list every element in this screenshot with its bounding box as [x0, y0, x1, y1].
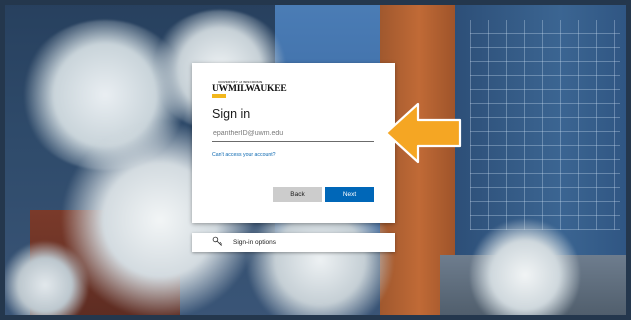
sign-in-card: UNIVERSITY of WISCONSIN UWMILWAUKEE Sign… — [192, 63, 395, 223]
sign-in-options-label: Sign-in options — [233, 239, 276, 246]
arrow-left-icon — [384, 102, 462, 164]
next-button[interactable]: Next — [325, 187, 374, 202]
back-button[interactable]: Back — [273, 187, 322, 202]
email-input[interactable] — [212, 126, 374, 142]
sign-in-options-button[interactable]: Sign-in options — [192, 233, 395, 252]
uwm-logo: UNIVERSITY of WISCONSIN UWMILWAUKEE — [212, 80, 287, 98]
cant-access-link[interactable]: Can't access your account? — [212, 152, 276, 158]
page-title: Sign in — [212, 107, 251, 121]
logo-main-text: UWMILWAUKEE — [212, 84, 287, 94]
key-icon — [212, 234, 223, 252]
logo-gold-bar — [212, 94, 226, 98]
